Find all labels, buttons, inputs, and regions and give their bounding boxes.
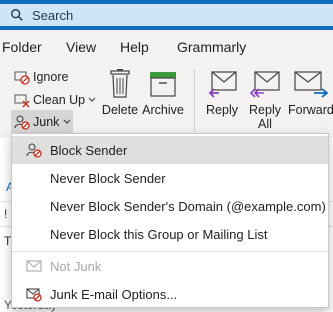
menu-item-never-block-group[interactable]: Never Block this Group or Mailing List bbox=[12, 220, 328, 248]
search-box[interactable]: Search bbox=[0, 4, 333, 26]
search-placeholder: Search bbox=[32, 7, 74, 23]
chevron-down-icon bbox=[88, 97, 96, 102]
ribbon-separator bbox=[194, 70, 195, 132]
menu-item-label: Not Junk bbox=[50, 259, 102, 274]
junk-person-icon bbox=[14, 115, 30, 130]
reply-button[interactable]: Reply bbox=[202, 69, 242, 117]
menu-item-label: Never Block Sender's Domain (@example.co… bbox=[50, 199, 326, 214]
search-icon bbox=[11, 9, 23, 21]
menu-item-label: Junk E-mail Options... bbox=[50, 287, 178, 302]
menu-view[interactable]: View bbox=[66, 39, 96, 55]
cleanup-button[interactable]: Clean Up bbox=[14, 90, 96, 110]
menu-bar: Folder View Help Grammarly bbox=[0, 30, 333, 64]
importance-marker: ! bbox=[4, 207, 8, 221]
junk-options-icon bbox=[26, 288, 42, 302]
reply-all-button[interactable]: Reply All bbox=[245, 69, 285, 131]
menu-item-label: Never Block Sender bbox=[50, 171, 166, 186]
block-sender-icon bbox=[26, 143, 42, 158]
menu-folder[interactable]: Folder bbox=[2, 39, 42, 55]
menu-item-never-block-domain[interactable]: Never Block Sender's Domain (@example.co… bbox=[12, 192, 328, 220]
menu-help[interactable]: Help bbox=[120, 39, 149, 55]
menu-item-label: Block Sender bbox=[50, 143, 128, 158]
chevron-down-icon bbox=[63, 119, 71, 124]
cleanup-icon bbox=[14, 94, 30, 108]
ribbon: Ignore Clean Up Junk Delete Archive Repl… bbox=[0, 64, 333, 138]
archive-icon bbox=[150, 72, 176, 97]
archive-button[interactable]: Archive bbox=[141, 69, 185, 117]
reply-icon bbox=[208, 71, 237, 98]
reply-all-icon bbox=[250, 71, 280, 98]
reply-label: Reply bbox=[206, 103, 238, 117]
junk-button[interactable]: Junk bbox=[14, 112, 71, 132]
ignore-icon bbox=[14, 71, 30, 85]
menu-grammarly[interactable]: Grammarly bbox=[177, 39, 246, 55]
delete-button[interactable]: Delete bbox=[101, 69, 139, 117]
menu-item-label: Never Block this Group or Mailing List bbox=[50, 227, 268, 242]
forward-label: Forward bbox=[288, 103, 333, 117]
forward-button[interactable]: Forward bbox=[288, 69, 333, 117]
menu-item-junk-options[interactable]: Junk E-mail Options... bbox=[12, 280, 328, 308]
archive-label: Archive bbox=[142, 103, 184, 117]
menu-item-never-block-sender[interactable]: Never Block Sender bbox=[12, 164, 328, 192]
cleanup-label: Clean Up bbox=[33, 93, 86, 107]
junk-dropdown-menu: Block Sender Never Block Sender Never Bl… bbox=[11, 133, 329, 308]
reply-all-label-2: All bbox=[258, 117, 272, 131]
reply-all-label-1: Reply bbox=[249, 103, 281, 117]
not-junk-envelope-icon bbox=[26, 260, 42, 272]
trash-icon bbox=[110, 69, 130, 98]
menu-item-not-junk: Not Junk bbox=[12, 252, 328, 280]
junk-label: Junk bbox=[33, 115, 60, 129]
delete-label: Delete bbox=[101, 103, 139, 117]
ignore-button[interactable]: Ignore bbox=[14, 67, 68, 87]
forward-icon bbox=[294, 71, 328, 98]
ignore-label: Ignore bbox=[33, 70, 69, 84]
menu-item-block-sender[interactable]: Block Sender bbox=[12, 136, 328, 164]
